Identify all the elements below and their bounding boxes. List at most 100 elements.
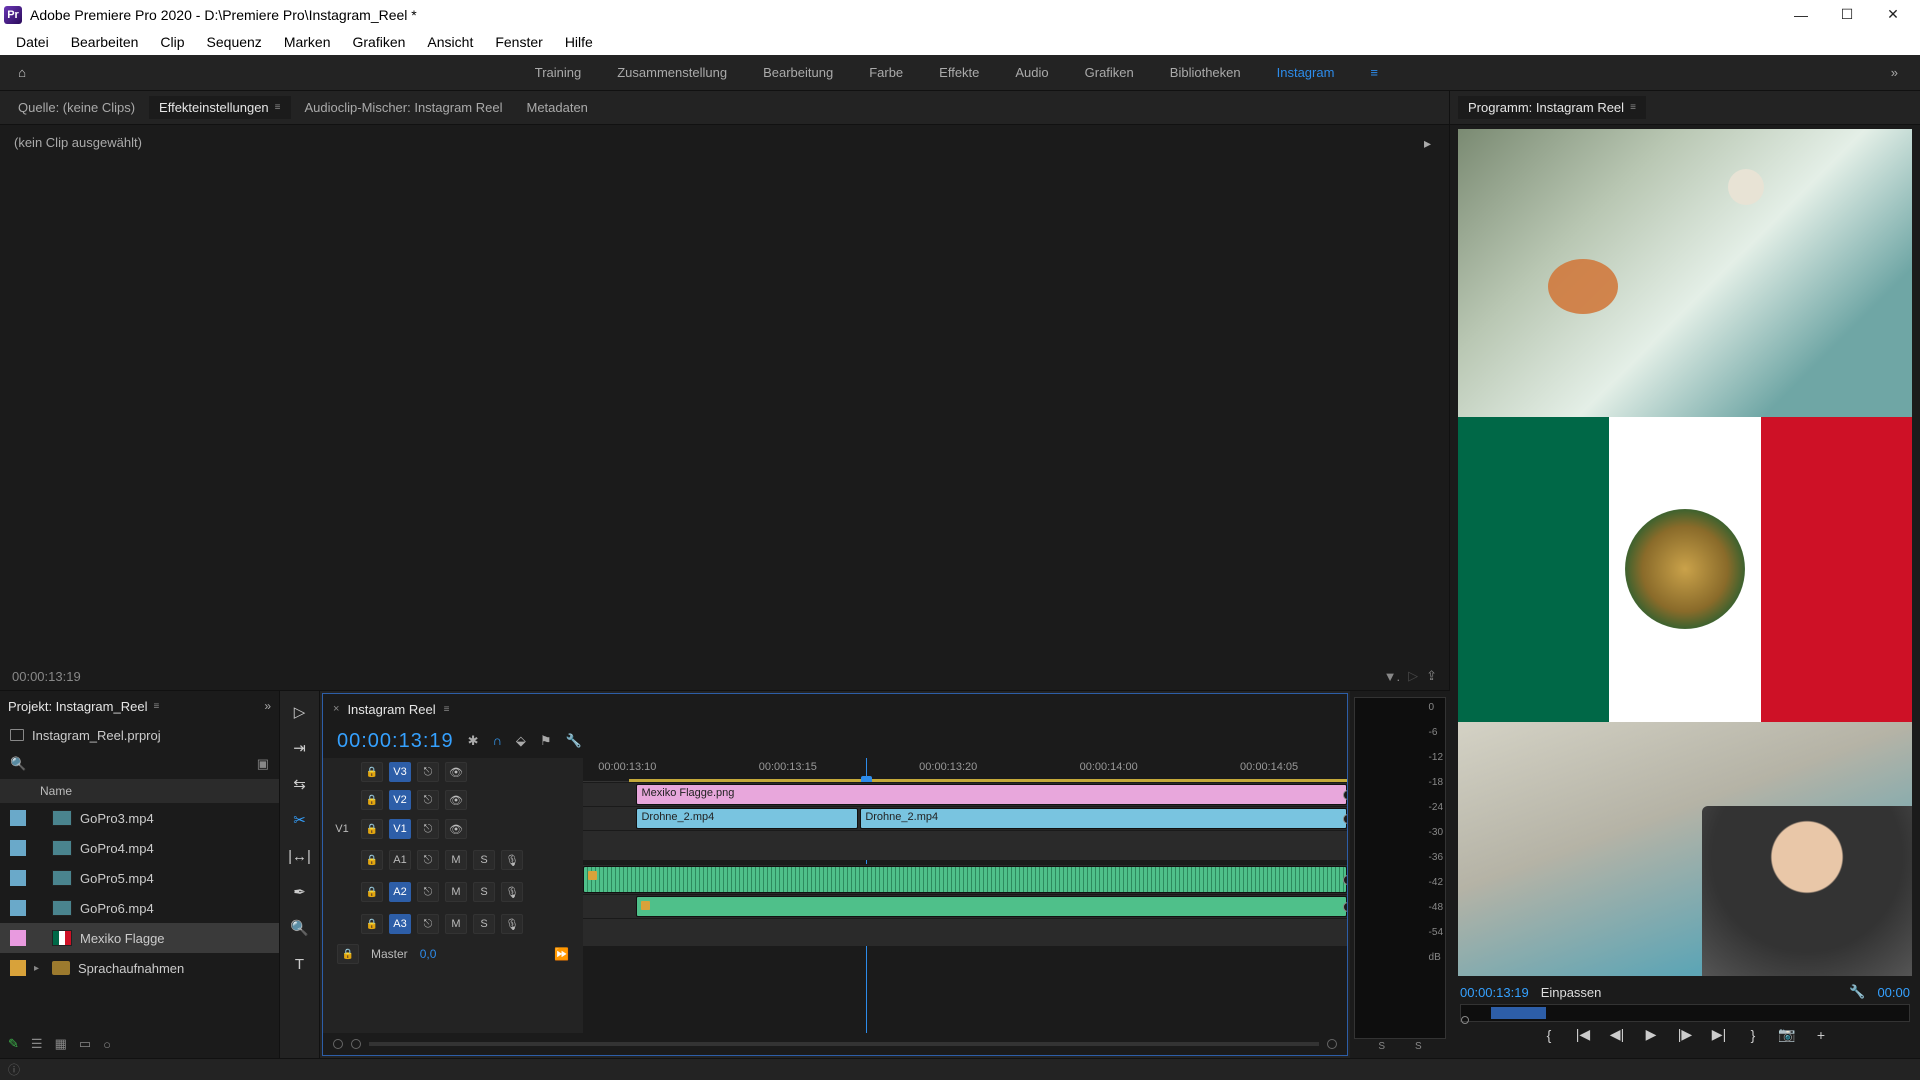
project-item[interactable]: GoPro6.mp4 xyxy=(0,893,279,923)
track-header-v1[interactable]: V1 V1 ⎋ 👁 xyxy=(323,814,583,844)
step-fwd-icon[interactable]: |▶ xyxy=(1675,1026,1695,1043)
track-header-v2[interactable]: V2 ⎋ 👁 xyxy=(323,786,583,814)
workspace-tab[interactable]: Zusammenstellung xyxy=(601,59,743,86)
lock-icon[interactable] xyxy=(361,914,383,934)
menu-markers[interactable]: Marken xyxy=(274,32,341,52)
play-icon[interactable]: ▶ xyxy=(1641,1026,1661,1043)
menu-sequence[interactable]: Sequenz xyxy=(197,32,272,52)
settings-icon[interactable]: ⚑ xyxy=(540,733,552,749)
program-timecode[interactable]: 00:00:13:19 xyxy=(1460,985,1529,1000)
track-select-tool-icon[interactable]: ⇥ xyxy=(287,735,313,761)
track-a3[interactable] xyxy=(583,918,1347,946)
solo-indicator[interactable]: S xyxy=(1415,1041,1422,1052)
menu-edit[interactable]: Bearbeiten xyxy=(61,32,149,52)
settings-icon[interactable]: 🔧 xyxy=(1849,984,1865,1000)
ripple-tool-icon[interactable]: ⇆ xyxy=(287,771,313,797)
mute-icon[interactable]: M xyxy=(445,914,467,934)
panel-menu-icon[interactable]: ≡ xyxy=(444,704,450,715)
track-header-v3[interactable]: V3 ⎋ 👁 xyxy=(323,758,583,786)
hand-tool-icon[interactable]: 🔍 xyxy=(287,915,313,941)
mute-icon[interactable]: M xyxy=(445,850,467,870)
lock-icon[interactable] xyxy=(361,819,383,839)
sync-lock-icon[interactable]: ⎋ xyxy=(417,819,439,839)
master-value[interactable]: 0,0 xyxy=(420,947,437,961)
sequence-title[interactable]: Instagram Reel xyxy=(347,702,435,717)
solo-indicator[interactable]: S xyxy=(1378,1041,1385,1052)
menu-clip[interactable]: Clip xyxy=(150,32,194,52)
menu-help[interactable]: Hilfe xyxy=(555,32,603,52)
workspace-tab[interactable]: Effekte xyxy=(923,59,995,86)
sync-lock-icon[interactable]: ⎋ xyxy=(417,914,439,934)
project-panel-title[interactable]: Projekt: Instagram_Reel xyxy=(8,699,147,714)
track-target-a1[interactable]: A1 xyxy=(389,850,411,870)
timeline-clip[interactable]: Mexiko Flagge.png xyxy=(636,784,1347,805)
pencil-icon[interactable]: ✎ xyxy=(8,1036,19,1052)
wrench-icon[interactable]: 🔧 xyxy=(566,733,582,749)
track-target-v2[interactable]: V2 xyxy=(389,790,411,810)
track-v2[interactable]: Drohne_2.mp4Drohne_2.mp4 xyxy=(583,806,1347,830)
tab-effect-settings[interactable]: Effekteinstellungen≡ xyxy=(149,96,290,119)
workspace-tab[interactable]: Audio xyxy=(999,59,1064,86)
track-visibility-icon[interactable]: 👁 xyxy=(445,790,467,810)
tab-audioclip-mixer[interactable]: Audioclip-Mischer: Instagram Reel xyxy=(295,96,513,119)
track-v3[interactable]: Mexiko Flagge.png xyxy=(583,782,1347,806)
panel-menu-icon[interactable]: ≡ xyxy=(275,102,281,113)
window-maximize-button[interactable]: ☐ xyxy=(1824,0,1870,29)
program-viewport[interactable] xyxy=(1458,129,1912,976)
lock-icon[interactable] xyxy=(361,882,383,902)
lock-icon[interactable] xyxy=(361,762,383,782)
track-header-a2[interactable]: A2 ⎋ M S 🎙 xyxy=(323,876,583,908)
slip-tool-icon[interactable]: |↔| xyxy=(287,843,313,869)
list-view-icon[interactable]: ☰ xyxy=(31,1036,43,1052)
search-icon[interactable]: 🔍 xyxy=(10,756,26,772)
column-header-name[interactable]: Name xyxy=(40,784,72,798)
export-frame-icon[interactable]: ⇪ xyxy=(1426,668,1437,684)
program-scrub-bar[interactable] xyxy=(1460,1004,1910,1022)
solo-icon[interactable]: S xyxy=(473,882,495,902)
step-icon[interactable]: ▷ xyxy=(1408,668,1418,684)
lock-icon[interactable] xyxy=(361,850,383,870)
track-a2[interactable] xyxy=(583,894,1347,918)
go-to-in-icon[interactable]: |◀ xyxy=(1573,1026,1593,1043)
panel-menu-icon[interactable]: ≡ xyxy=(1630,102,1636,113)
tab-source[interactable]: Quelle: (keine Clips) xyxy=(8,96,145,119)
track-target-v1[interactable]: V1 xyxy=(389,819,411,839)
pen-tool-icon[interactable]: ✒ xyxy=(287,879,313,905)
window-minimize-button[interactable]: — xyxy=(1778,0,1824,29)
workspace-tab[interactable]: Training xyxy=(519,59,597,86)
linked-selection-icon[interactable]: ∩ xyxy=(493,733,502,749)
tab-metadata[interactable]: Metadaten xyxy=(516,96,597,119)
freeform-view-icon[interactable]: ▭ xyxy=(79,1036,91,1052)
type-tool-icon[interactable]: T xyxy=(287,951,313,977)
lock-icon[interactable] xyxy=(361,790,383,810)
workspace-overflow-icon[interactable]: » xyxy=(1879,65,1910,80)
step-back-icon[interactable]: ◀| xyxy=(1607,1026,1627,1043)
voiceover-icon[interactable]: 🎙 xyxy=(501,850,523,870)
project-item[interactable]: GoPro5.mp4 xyxy=(0,863,279,893)
menu-view[interactable]: Ansicht xyxy=(417,32,483,52)
marker-icon[interactable]: ⬙ xyxy=(516,733,526,749)
timeline-clip[interactable] xyxy=(583,866,1347,893)
sync-lock-icon[interactable]: ⎋ xyxy=(417,762,439,782)
home-icon[interactable]: ⌂ xyxy=(10,61,34,85)
workspace-tab[interactable]: Bibliotheken xyxy=(1154,59,1257,86)
icon-view-icon[interactable]: ▦ xyxy=(55,1036,67,1052)
razor-tool-icon[interactable]: ✂ xyxy=(287,807,313,833)
track-visibility-icon[interactable]: 👁 xyxy=(445,762,467,782)
workspace-tab[interactable]: Grafiken xyxy=(1069,59,1150,86)
filter-icon[interactable]: ▼. xyxy=(1384,669,1400,684)
solo-icon[interactable]: S xyxy=(473,850,495,870)
track-target-a2[interactable]: A2 xyxy=(389,882,411,902)
project-item[interactable]: GoPro3.mp4 xyxy=(0,803,279,833)
panel-expand-icon[interactable]: » xyxy=(264,699,271,713)
mark-in-icon[interactable]: { xyxy=(1539,1027,1559,1043)
voiceover-icon[interactable]: 🎙 xyxy=(501,882,523,902)
mute-icon[interactable]: M xyxy=(445,882,467,902)
window-close-button[interactable]: ✕ xyxy=(1870,0,1916,29)
panel-menu-icon[interactable]: ≡ xyxy=(153,701,159,712)
workspace-tab[interactable]: Bearbeitung xyxy=(747,59,849,86)
lock-icon[interactable] xyxy=(337,944,359,964)
expand-arrow-icon[interactable]: ▸ xyxy=(1424,135,1431,152)
project-item[interactable]: ▸Sprachaufnahmen xyxy=(0,953,279,983)
timeline-zoom-scroll[interactable] xyxy=(323,1033,1347,1055)
